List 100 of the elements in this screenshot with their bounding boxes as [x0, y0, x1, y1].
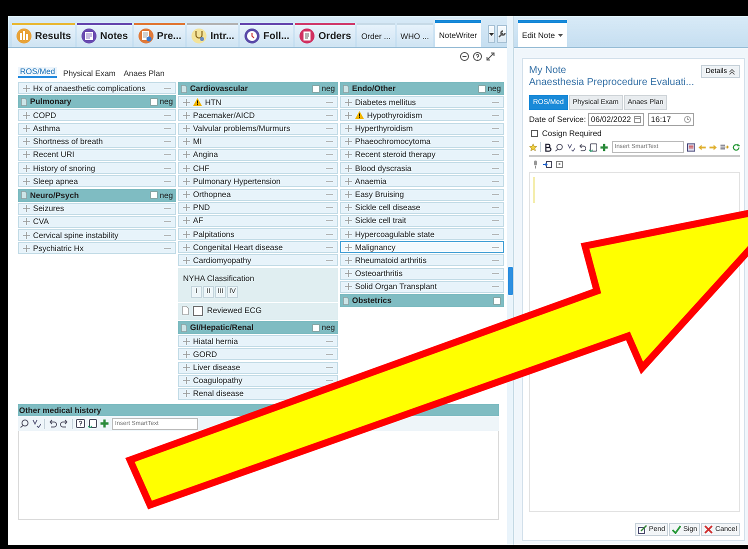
checkbox[interactable]	[150, 191, 158, 199]
tab[interactable]: Results	[12, 23, 76, 47]
history-item[interactable]: Hx of anaesthetic complications	[18, 82, 176, 94]
checkbox[interactable]	[193, 306, 203, 316]
history-item[interactable]: Anaemia	[340, 175, 504, 188]
plus-icon[interactable]	[345, 217, 352, 224]
plus-icon[interactable]	[23, 244, 30, 252]
history-item[interactable]: Seizures	[18, 202, 176, 215]
minus-icon[interactable]	[492, 166, 499, 170]
history-item[interactable]: History of snoring	[18, 162, 176, 174]
add-icon[interactable]	[600, 142, 609, 152]
smarttext-list-icon[interactable]	[686, 142, 695, 152]
minus-icon[interactable]	[164, 220, 171, 224]
history-item[interactable]: Pulmonary Hypertension	[178, 175, 338, 188]
plus-icon[interactable]	[183, 256, 190, 264]
plus-icon[interactable]	[23, 232, 30, 239]
image-icon[interactable]	[555, 160, 564, 169]
history-item[interactable]: Recent steroid therapy	[340, 148, 504, 161]
minus-icon[interactable]	[326, 153, 333, 156]
zoom-icon[interactable]	[555, 142, 564, 152]
plus-icon[interactable]	[183, 191, 190, 198]
add-icon[interactable]	[100, 419, 109, 428]
plus-icon[interactable]	[345, 191, 352, 198]
plus-icon[interactable]	[345, 178, 352, 185]
history-item[interactable]: Shortness of breath	[18, 136, 176, 148]
minus-icon[interactable]	[164, 153, 171, 156]
plus-icon[interactable]	[183, 390, 190, 398]
plus-icon[interactable]	[183, 125, 190, 132]
minus-icon[interactable]	[326, 366, 333, 370]
dropdown-button[interactable]	[488, 25, 495, 43]
plus-icon[interactable]	[345, 204, 352, 212]
history-item[interactable]: Rheumatoid arthritis	[340, 254, 504, 266]
minus-icon[interactable]	[492, 153, 499, 156]
tab[interactable]: Intr...	[187, 23, 238, 47]
plus-icon[interactable]	[183, 151, 190, 158]
minus-icon[interactable]	[492, 140, 499, 144]
plus-icon[interactable]	[183, 217, 190, 224]
minus-icon[interactable]	[164, 207, 171, 210]
history-item[interactable]: Diabetes mellitus	[340, 96, 504, 108]
tab[interactable]: Notes	[77, 23, 132, 47]
minus-icon[interactable]	[326, 140, 333, 144]
plus-icon[interactable]	[345, 112, 352, 119]
history-item[interactable]: Easy Bruising	[340, 188, 504, 200]
history-item[interactable]: Hypercoagulable state	[340, 228, 504, 240]
plus-icon[interactable]	[23, 125, 30, 132]
plus-icon[interactable]	[23, 112, 30, 119]
history-item[interactable]: Congenital Heart disease	[178, 241, 338, 254]
tab[interactable]: NoteWriter	[435, 20, 482, 47]
plus-icon[interactable]	[345, 98, 352, 106]
minus-icon[interactable]	[326, 127, 333, 130]
checkbox[interactable]	[493, 296, 501, 304]
history-item[interactable]: Psychiatric Hx	[18, 242, 176, 254]
minus-icon[interactable]	[326, 379, 333, 382]
history-item[interactable]: Cardiomyopathy	[178, 254, 338, 266]
plus-icon[interactable]	[183, 138, 190, 146]
history-item[interactable]: Angina	[178, 148, 338, 161]
minus-icon[interactable]	[492, 246, 499, 249]
plus-icon[interactable]	[23, 84, 30, 92]
checkbox[interactable]	[312, 324, 320, 332]
plus-icon[interactable]	[183, 377, 190, 384]
history-item[interactable]: HTN	[178, 96, 338, 108]
minus-icon[interactable]	[326, 193, 333, 196]
history-item[interactable]: Sickle cell disease	[340, 202, 504, 214]
minus-icon[interactable]	[326, 100, 333, 104]
plus-icon[interactable]	[183, 244, 190, 251]
tab[interactable]: Orders	[295, 23, 356, 47]
plus-icon[interactable]	[345, 138, 352, 146]
bold-icon[interactable]	[544, 142, 552, 152]
plus-icon[interactable]	[23, 151, 30, 158]
undo-icon[interactable]	[48, 419, 57, 428]
plus-icon[interactable]	[345, 244, 352, 251]
history-item[interactable]: Liver disease	[178, 362, 338, 374]
minus-icon[interactable]	[164, 234, 171, 237]
minus-icon[interactable]	[492, 100, 499, 104]
history-item[interactable]: MI	[178, 136, 338, 148]
history-item[interactable]: COPD	[18, 109, 176, 122]
history-item[interactable]: Asthma	[18, 122, 176, 135]
plus-icon[interactable]	[23, 138, 30, 146]
minus-icon[interactable]	[326, 166, 333, 170]
plus-icon[interactable]	[345, 151, 352, 158]
section-tab[interactable]: Physical Exam	[61, 69, 118, 78]
plus-icon[interactable]	[183, 338, 190, 345]
tab[interactable]: Order ...	[357, 23, 395, 47]
minus-icon[interactable]	[492, 219, 499, 222]
minus-icon[interactable]	[492, 180, 499, 183]
minus-icon[interactable]	[164, 140, 171, 144]
time-field[interactable]: 16:17	[648, 113, 694, 126]
redo-icon[interactable]	[60, 419, 69, 428]
microphone-icon[interactable]	[531, 160, 540, 169]
plus-icon[interactable]	[345, 283, 352, 290]
star-icon[interactable]	[529, 142, 538, 152]
wrench-button[interactable]	[497, 25, 507, 43]
minus-icon[interactable]	[164, 166, 171, 170]
minus-icon[interactable]	[492, 272, 499, 276]
minus-icon[interactable]	[164, 180, 171, 183]
minus-icon[interactable]	[164, 246, 171, 250]
minus-icon[interactable]	[326, 258, 333, 262]
checkbox[interactable]	[150, 98, 158, 106]
history-item[interactable]: Pacemaker/AICD	[178, 109, 338, 122]
minus-icon[interactable]	[326, 232, 333, 236]
